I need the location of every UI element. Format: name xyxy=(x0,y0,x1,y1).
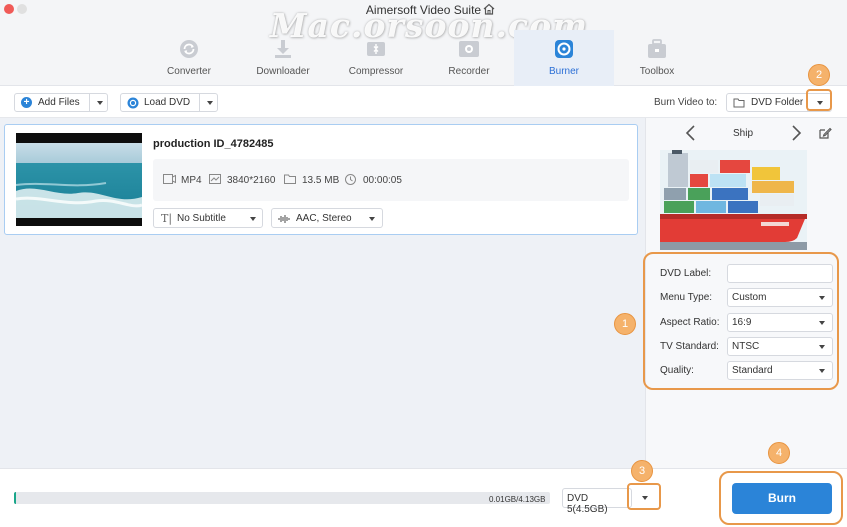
edit-icon[interactable] xyxy=(818,126,832,140)
chevron-right-icon[interactable] xyxy=(790,125,802,141)
burn-to-label: Burn Video to: xyxy=(654,97,718,108)
file-size: 13.5 MB xyxy=(302,175,340,186)
file-resolution: 3840*2160 xyxy=(227,175,276,186)
audio-track-value: AAC, Stereo xyxy=(296,213,352,224)
chevron-down-icon[interactable] xyxy=(97,101,103,105)
audio-wave-icon xyxy=(278,215,290,223)
annotation-box-settings xyxy=(643,252,839,390)
chevron-down-icon[interactable] xyxy=(207,101,213,105)
converter-icon xyxy=(180,40,198,58)
tab-compressor[interactable]: Compressor xyxy=(326,30,426,86)
file-item[interactable]: production ID_4782485 MP4 3840*2160 13.5… xyxy=(4,124,638,235)
disc-capacity-text: 0.01GB/4.13GB xyxy=(489,495,546,504)
tab-downloader[interactable]: Downloader xyxy=(233,30,333,86)
compressor-icon xyxy=(367,42,385,56)
burner-icon xyxy=(555,40,573,58)
disc-type-value: DVD 5(4.5GB) xyxy=(567,493,608,515)
clock-icon xyxy=(345,174,356,185)
downloader-icon xyxy=(275,40,291,58)
video-thumbnail[interactable] xyxy=(16,133,142,226)
annotation-box-burn xyxy=(719,471,843,525)
load-dvd-label: Load DVD xyxy=(144,97,191,108)
load-dvd-button[interactable]: Load DVD xyxy=(120,93,218,112)
audio-track-select[interactable]: AAC, Stereo xyxy=(271,208,383,228)
add-files-button[interactable]: + Add Files xyxy=(14,93,108,112)
folder-icon xyxy=(284,174,296,184)
annotation-badge-3: 3 xyxy=(631,460,653,482)
chevron-down-icon xyxy=(369,217,375,221)
tab-label: Converter xyxy=(167,66,211,77)
template-name: Ship xyxy=(733,128,754,139)
add-icon: + xyxy=(21,97,32,108)
annotation-box-disc-type xyxy=(627,483,661,510)
tab-recorder[interactable]: Recorder xyxy=(419,30,519,86)
tab-label: Downloader xyxy=(256,66,310,77)
annotation-badge-4: 4 xyxy=(768,442,790,464)
video-format-icon xyxy=(163,174,176,184)
disc-capacity-bar xyxy=(14,492,550,504)
subtitle-value: No Subtitle xyxy=(177,213,226,224)
file-format: MP4 xyxy=(181,175,202,186)
ship-template-preview[interactable] xyxy=(660,150,807,250)
annotation-box-destination xyxy=(806,89,832,111)
file-name: production ID_4782485 xyxy=(153,138,274,150)
subtitle-select[interactable]: T| No Subtitle xyxy=(153,208,263,228)
recorder-icon xyxy=(459,41,479,57)
disc-type-select[interactable]: DVD 5(4.5GB) xyxy=(562,488,632,515)
disc-capacity-fill xyxy=(14,492,16,504)
disc-icon xyxy=(127,97,139,109)
chevron-left-icon[interactable] xyxy=(685,125,697,141)
toolbox-icon xyxy=(648,39,666,58)
chevron-down-icon xyxy=(250,217,256,221)
add-files-label: Add Files xyxy=(38,97,80,108)
tab-converter[interactable]: Converter xyxy=(139,30,239,86)
tab-label: Burner xyxy=(548,66,579,77)
file-duration: 00:00:05 xyxy=(363,175,402,186)
tab-label: Toolbox xyxy=(639,66,675,77)
tab-toolbox[interactable]: Toolbox xyxy=(607,30,707,86)
resolution-icon xyxy=(209,174,221,184)
burn-destination-value: DVD Folder xyxy=(751,97,804,108)
tab-label: Recorder xyxy=(448,66,490,77)
annotation-badge-1: 1 xyxy=(614,313,636,335)
folder-icon xyxy=(733,98,745,108)
toolbar: + Add Files Load DVD Burn Video to: DVD … xyxy=(0,87,847,118)
file-metadata: MP4 3840*2160 13.5 MB 00:00:05 xyxy=(153,159,629,201)
annotation-badge-2: 2 xyxy=(808,64,830,86)
tab-label: Compressor xyxy=(348,66,404,77)
title-bar: Aimersoft Video Suite Mac.orsoon.com Con… xyxy=(0,0,847,86)
subtitle-icon: T| xyxy=(161,212,173,225)
tab-burner[interactable]: Burner xyxy=(514,30,614,86)
